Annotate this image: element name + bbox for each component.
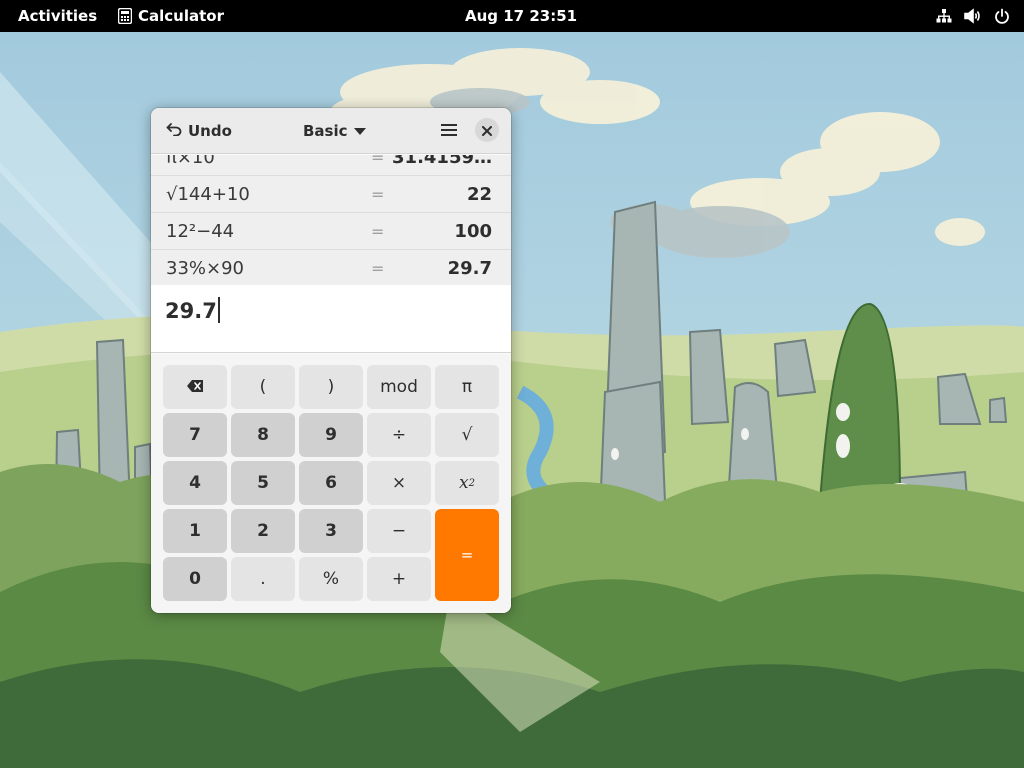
history-list[interactable]: π×10 = 31.4159… √144+10 = 22 12²−44 = 10…	[151, 155, 511, 285]
history-equals-sign: =	[371, 155, 385, 167]
calculator-window: Undo Basic π×10 = 31.4159… √144+10 = 22 …	[151, 108, 511, 613]
history-row[interactable]: π×10 = 31.4159…	[151, 155, 511, 176]
square-base-label: x	[459, 473, 469, 493]
chevron-down-icon	[353, 122, 366, 140]
equals-button[interactable]: =	[435, 509, 499, 601]
digit-5-button[interactable]: 5	[231, 461, 295, 505]
expression-input-value[interactable]: 29.7	[165, 295, 220, 327]
modulo-button[interactable]: mod	[367, 365, 431, 409]
decimal-point-button[interactable]: .	[231, 557, 295, 601]
undo-label: Undo	[188, 122, 232, 140]
undo-icon	[166, 122, 182, 140]
app-menu[interactable]: Calculator	[118, 0, 224, 32]
mode-selector-button[interactable]: Basic	[297, 117, 372, 145]
add-button[interactable]: +	[367, 557, 431, 601]
main-menu-button[interactable]	[435, 117, 463, 145]
activities-button[interactable]: Activities	[18, 0, 97, 32]
digit-7-button[interactable]: 7	[163, 413, 227, 457]
history-equals-sign: =	[371, 259, 385, 278]
network-icon	[936, 8, 952, 24]
digit-8-button[interactable]: 8	[231, 413, 295, 457]
open-parenthesis-button[interactable]: (	[231, 365, 295, 409]
divide-button[interactable]: ÷	[367, 413, 431, 457]
history-equals-sign: =	[371, 185, 385, 204]
digit-6-button[interactable]: 6	[299, 461, 363, 505]
close-button[interactable]	[475, 118, 499, 142]
close-parenthesis-button[interactable]: )	[299, 365, 363, 409]
pi-button[interactable]: π	[435, 365, 499, 409]
history-expression[interactable]: 33%×90	[166, 250, 244, 285]
history-expression[interactable]: π×10	[166, 155, 215, 176]
history-row[interactable]: 33%×90 = 29.7	[151, 250, 511, 285]
top-bar: Activities Calculator Aug 17 23:51	[0, 0, 1024, 32]
history-row[interactable]: 12²−44 = 100	[151, 213, 511, 250]
power-icon	[994, 8, 1010, 24]
keypad: ( ) mod π 7 8 9 ÷ √ 4 5 6 × x2 1 2 3 − =…	[151, 354, 511, 613]
backspace-icon	[187, 377, 203, 397]
text-cursor	[217, 297, 220, 323]
square-exponent-label: 2	[468, 477, 475, 489]
digit-2-button[interactable]: 2	[231, 509, 295, 553]
digit-4-button[interactable]: 4	[163, 461, 227, 505]
mode-label: Basic	[303, 122, 348, 140]
volume-icon	[964, 8, 982, 24]
history-equals-sign: =	[371, 222, 385, 241]
undo-button[interactable]: Undo	[160, 117, 238, 145]
percent-button[interactable]: %	[299, 557, 363, 601]
system-tray[interactable]	[936, 0, 1010, 32]
multiply-button[interactable]: ×	[367, 461, 431, 505]
expression-input[interactable]: 29.7	[151, 285, 511, 353]
history-expression[interactable]: 12²−44	[166, 213, 234, 250]
calculator-icon	[118, 8, 132, 24]
history-expression[interactable]: √144+10	[166, 176, 250, 213]
history-result[interactable]: 29.7	[448, 250, 492, 285]
history-row[interactable]: √144+10 = 22	[151, 176, 511, 213]
digit-3-button[interactable]: 3	[299, 509, 363, 553]
backspace-button[interactable]	[163, 365, 227, 409]
hamburger-menu-icon	[441, 122, 457, 141]
app-menu-label: Calculator	[138, 7, 224, 25]
square-root-button[interactable]: √	[435, 413, 499, 457]
digit-9-button[interactable]: 9	[299, 413, 363, 457]
header-bar: Undo Basic	[151, 108, 511, 154]
square-button[interactable]: x2	[435, 461, 499, 505]
history-result[interactable]: 31.4159…	[392, 155, 492, 176]
subtract-button[interactable]: −	[367, 509, 431, 553]
clock[interactable]: Aug 17 23:51	[465, 0, 577, 32]
history-result[interactable]: 22	[467, 176, 492, 213]
close-icon	[482, 121, 492, 140]
history-result[interactable]: 100	[454, 213, 492, 250]
digit-1-button[interactable]: 1	[163, 509, 227, 553]
digit-0-button[interactable]: 0	[163, 557, 227, 601]
